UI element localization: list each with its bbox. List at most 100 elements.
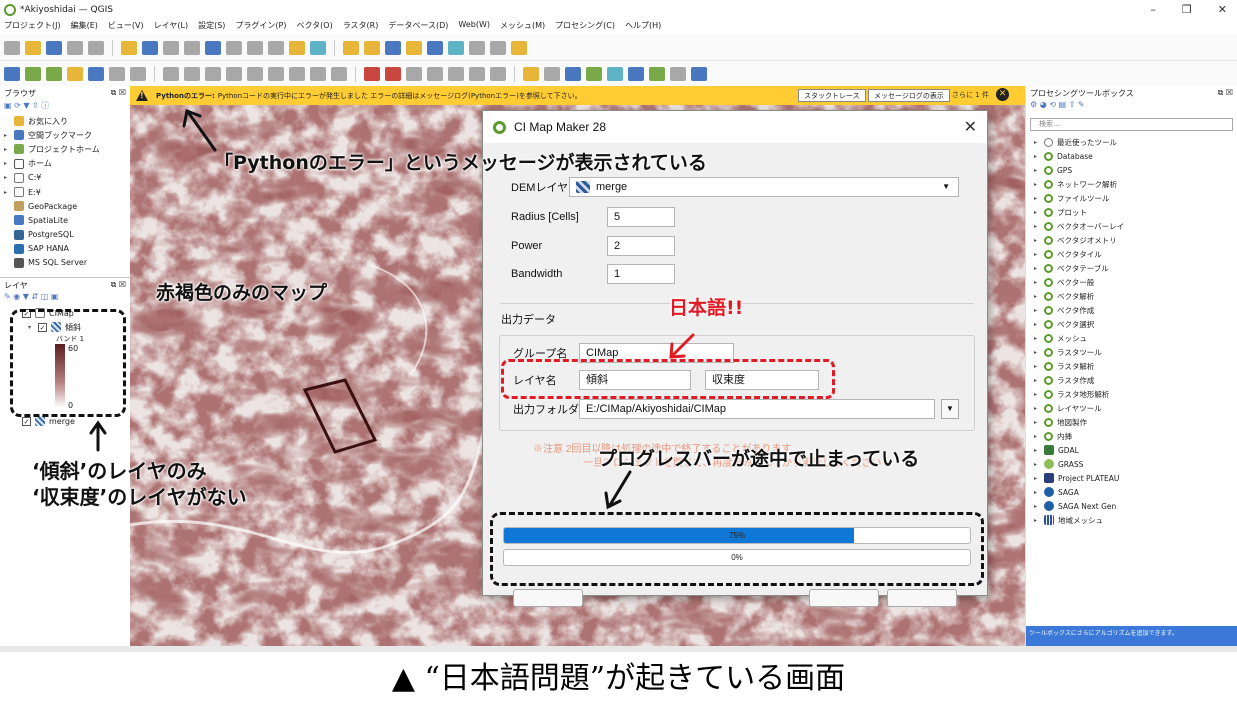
statistics-icon[interactable]: [385, 40, 401, 55]
toolbox-item[interactable]: ▸ GPS: [1026, 163, 1237, 177]
browser-item-mssql[interactable]: MS SQL Server: [0, 256, 130, 270]
browser-item-geopackage[interactable]: GeoPackage: [0, 199, 130, 213]
tips-icon[interactable]: [511, 40, 527, 55]
vertex-tool-icon[interactable]: [205, 66, 221, 81]
new-project-icon[interactable]: [4, 40, 20, 55]
toolbox-item[interactable]: ▸ SAGA Next Gen: [1026, 499, 1237, 513]
paste-feature-icon[interactable]: [289, 66, 305, 81]
toolbox-item[interactable]: ▸ 内挿: [1026, 429, 1237, 443]
toolbox-item[interactable]: ▸ GRASS: [1026, 457, 1237, 471]
pan-to-selection-icon[interactable]: [142, 40, 158, 55]
toolbox-item[interactable]: ▸ ラスタ地形解析: [1026, 387, 1237, 401]
radius-input[interactable]: 5: [607, 207, 675, 227]
menu-database[interactable]: データベース(D): [388, 20, 448, 35]
label-show-icon[interactable]: [469, 66, 485, 81]
panel-float-icon[interactable]: ⧉ ☒: [111, 280, 126, 290]
toolbox-item[interactable]: ▸ ラスタ作成: [1026, 373, 1237, 387]
dialog-ok-button[interactable]: [809, 589, 879, 607]
dialog-cancel-button[interactable]: [887, 589, 957, 607]
diagram-icon[interactable]: [490, 66, 506, 81]
menu-mesh[interactable]: メッシュ(M): [500, 20, 545, 35]
minimize-button[interactable]: –: [1150, 3, 1156, 16]
undo-icon[interactable]: [310, 66, 326, 81]
panel-float-icon[interactable]: ⧉ ☒: [111, 88, 126, 98]
processing-toolbox-icon[interactable]: [448, 40, 464, 55]
edit-icon[interactable]: [163, 66, 179, 81]
layout-manager-icon[interactable]: [88, 40, 104, 55]
browser-item-spatialite[interactable]: SpatiaLite: [0, 213, 130, 227]
layers-panel-tools[interactable]: ✎ ◉ ▼ ⇵ ◫ ▣: [0, 292, 130, 306]
toolbox-item[interactable]: ▸ Database: [1026, 149, 1237, 163]
plugin-cimap-icon[interactable]: [691, 66, 707, 81]
show-message-log-button[interactable]: メッセージログの表示: [868, 89, 950, 102]
toolbox-item[interactable]: ▸ レイヤツール: [1026, 401, 1237, 415]
menu-processing[interactable]: プロセシング(C): [555, 20, 615, 35]
redo-icon[interactable]: [331, 66, 347, 81]
warning-plugin-icon[interactable]: [523, 66, 539, 81]
toolbox-item[interactable]: ▸ ベクタ作成: [1026, 303, 1237, 317]
menu-settings[interactable]: 設定(S): [198, 20, 225, 35]
bandwidth-input[interactable]: 1: [607, 264, 675, 284]
add-raster-icon[interactable]: [46, 66, 62, 81]
toolbox-search-input[interactable]: 検索...: [1030, 118, 1233, 131]
toolbox-item[interactable]: ▸ ベクタ解析: [1026, 289, 1237, 303]
plugin-b-icon[interactable]: [565, 66, 581, 81]
add-layer-icon[interactable]: [4, 66, 20, 81]
add-postgis-icon[interactable]: [88, 66, 104, 81]
menu-project[interactable]: プロジェクト(J): [4, 20, 61, 35]
dem-layer-select[interactable]: merge ▼: [569, 177, 959, 197]
zoom-last-icon[interactable]: [268, 40, 284, 55]
toolbox-item[interactable]: ▸ ベクタオーバーレイ: [1026, 219, 1237, 233]
label-tool-icon[interactable]: [364, 66, 380, 81]
browser-panel-tools[interactable]: ▣ ⟳ ▼ ⇪ ⓘ: [0, 100, 130, 114]
pan-icon[interactable]: [121, 40, 137, 55]
label-rotate-icon[interactable]: [427, 66, 443, 81]
dialog-close-icon[interactable]: ✕: [964, 117, 977, 137]
label-change-icon[interactable]: [448, 66, 464, 81]
menu-raster[interactable]: ラスタ(R): [343, 20, 379, 35]
plugin-grid-icon[interactable]: [586, 66, 602, 81]
menu-view[interactable]: ビュー(V): [108, 20, 144, 35]
zoom-out-icon[interactable]: [184, 40, 200, 55]
browser-item-sap-hana[interactable]: SAP HANA: [0, 242, 130, 256]
menu-web[interactable]: Web(W): [458, 20, 490, 35]
menu-layer[interactable]: レイヤ(L): [154, 20, 188, 35]
delete-feature-icon[interactable]: [226, 66, 242, 81]
select-icon[interactable]: [364, 40, 380, 55]
browser-item-postgresql[interactable]: PostgreSQL: [0, 228, 130, 242]
toolbox-item[interactable]: ▸ 地域メッシュ: [1026, 513, 1237, 527]
power-input[interactable]: 2: [607, 236, 675, 256]
toolbox-item[interactable]: ▸ GDAL: [1026, 443, 1237, 457]
refresh-icon[interactable]: [310, 40, 326, 55]
toolbox-item[interactable]: ▸ ネットワーク解析: [1026, 177, 1237, 191]
toolbox-item[interactable]: ▸ ラスタ解析: [1026, 359, 1237, 373]
more-messages-label[interactable]: さらに 1 件: [952, 90, 989, 100]
toolbox-tools[interactable]: ⚙ ◕ ⟲ ▤ ⇧ ✎: [1026, 100, 1237, 114]
plugin-icon[interactable]: [544, 66, 560, 81]
toolbox-item[interactable]: ▸ Project PLATEAU: [1026, 471, 1237, 485]
checkbox-icon[interactable]: ✓: [22, 416, 31, 426]
save-project-icon[interactable]: [46, 40, 62, 55]
attribute-table-icon[interactable]: [427, 40, 443, 55]
menu-plugins[interactable]: プラグイン(P): [235, 20, 286, 35]
plugin-earth-icon[interactable]: [649, 66, 665, 81]
plugin-stack-icon[interactable]: [670, 66, 686, 81]
add-wfs-icon[interactable]: [130, 66, 146, 81]
browser-item-bookmarks[interactable]: ▸ 空間ブックマーク: [0, 128, 130, 142]
open-project-icon[interactable]: [25, 40, 41, 55]
output-folder-input[interactable]: E:/CIMap/Akiyoshidai/CIMap: [579, 399, 935, 419]
label-pin-icon[interactable]: [385, 66, 401, 81]
close-button[interactable]: ✕: [1218, 3, 1227, 16]
zoom-layer-icon[interactable]: [226, 40, 242, 55]
digitize-icon[interactable]: [184, 66, 200, 81]
browser-item-favorites[interactable]: お気に入り: [0, 114, 130, 128]
plugin-map-icon[interactable]: [628, 66, 644, 81]
zoom-full-icon[interactable]: [205, 40, 221, 55]
menu-vector[interactable]: ベクタ(O): [297, 20, 333, 35]
toolbox-item[interactable]: ▸ ベクタテーブル: [1026, 261, 1237, 275]
toolbox-item[interactable]: ▸ SAGA: [1026, 485, 1237, 499]
zoom-in-icon[interactable]: [163, 40, 179, 55]
bookmark-icon[interactable]: [289, 40, 305, 55]
plugin-raster-icon[interactable]: [607, 66, 623, 81]
toolbox-item[interactable]: ▸ メッシュ: [1026, 331, 1237, 345]
